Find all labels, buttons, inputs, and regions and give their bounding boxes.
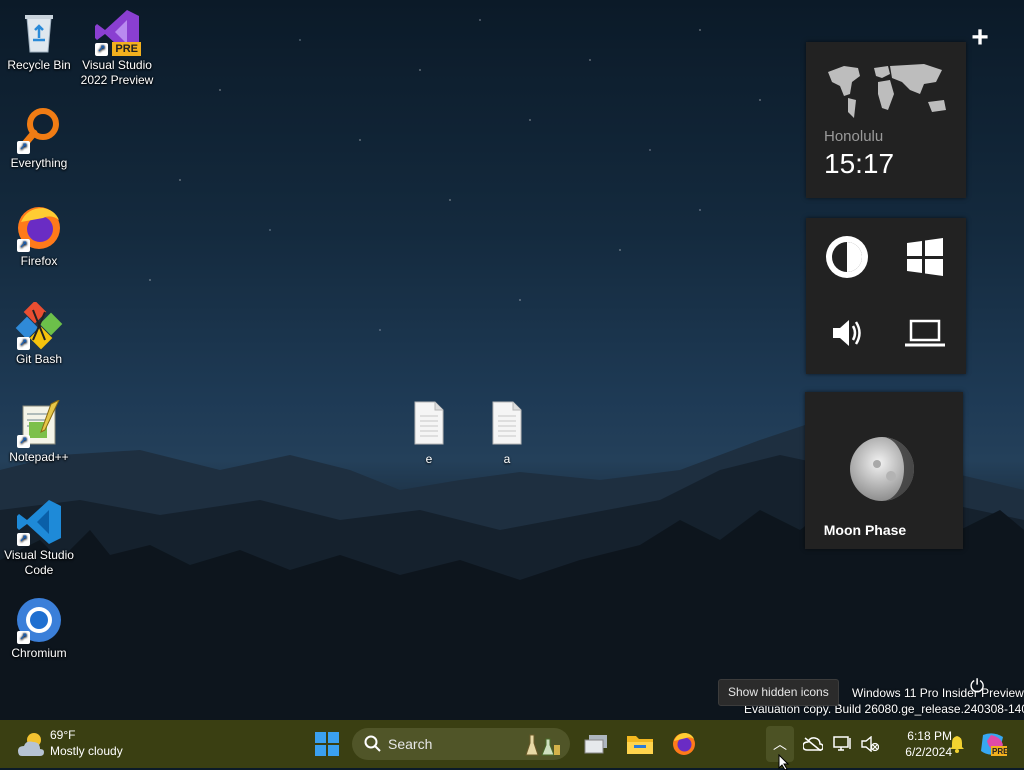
taskbar-time: 6:18 PM xyxy=(907,729,952,743)
desktop-icon-label: Git Bash xyxy=(15,352,63,366)
shortcut-arrow-icon: ↗ xyxy=(17,631,30,644)
volume-muted-icon xyxy=(861,736,879,752)
taskbar-clock[interactable]: 6:18 PM 6/2/2024 xyxy=(886,728,952,760)
copilot-button[interactable]: PRE xyxy=(976,726,1010,762)
chevron-up-icon: ︿ xyxy=(773,736,787,752)
contrast-button[interactable] xyxy=(812,222,882,292)
clock-gadget[interactable]: Honolulu 15:17 xyxy=(806,42,966,198)
moon-phase-gadget[interactable]: Moon Phase xyxy=(805,392,963,549)
watermark-edition: Windows 11 Pro Insider Preview xyxy=(852,686,1024,700)
desktop-icon-visual-studio-preview[interactable]: ↗ PRE Visual Studio 2022 Preview xyxy=(78,8,156,88)
power-icon: ⏻ xyxy=(970,676,985,696)
world-map-icon xyxy=(828,64,946,118)
plus-icon: + xyxy=(971,21,989,54)
quick-actions-gadget xyxy=(806,218,966,374)
show-hidden-icons-tooltip: Show hidden icons xyxy=(718,679,839,706)
shortcut-arrow-icon: ↗ xyxy=(95,43,108,56)
desktop-icon-git-bash[interactable]: ↗ Git Bash xyxy=(0,300,78,367)
volume-icon xyxy=(833,320,861,346)
desktop-icon-notepad-plus-plus[interactable]: ↗ Notepad++ xyxy=(0,398,78,465)
desktop-file-e[interactable]: e xyxy=(404,400,454,466)
desktop-icon-label: Everything xyxy=(10,156,68,170)
notepad-plus-plus-icon: ↗ xyxy=(15,398,63,448)
preview-badge: PRE xyxy=(112,42,141,56)
text-file-icon xyxy=(492,401,522,445)
moon-icon xyxy=(850,437,914,501)
desktop-file-a[interactable]: a xyxy=(482,400,532,466)
copilot-preview-icon: PRE xyxy=(981,733,1007,756)
everything-search-icon: ↗ xyxy=(15,106,63,154)
add-gadget-button[interactable]: + xyxy=(966,21,994,54)
desktop-icon-label: Notepad++ xyxy=(9,450,69,464)
moon-phase-label: Moon Phase xyxy=(823,522,907,538)
network-tray-button[interactable] xyxy=(830,726,856,762)
firefox-icon: ↗ xyxy=(15,204,63,252)
desktop-icon-label: Recycle Bin xyxy=(7,58,71,72)
shortcut-arrow-icon: ↗ xyxy=(17,337,30,350)
weather-condition: Mostly cloudy xyxy=(50,744,123,758)
desktop-icon-label: Visual Studio Code xyxy=(4,548,74,577)
desktop-icon-firefox[interactable]: ↗ Firefox xyxy=(0,204,78,269)
text-file-icon xyxy=(414,401,444,445)
chromium-icon: ↗ xyxy=(15,596,63,644)
network-icon xyxy=(833,736,851,751)
taskbar: 69°F Mostly cloudy Search ︿ 6:18 PM 6/2/… xyxy=(0,720,1024,770)
windows-logo-icon xyxy=(315,732,339,756)
visual-studio-preview-icon: ↗ PRE xyxy=(93,8,141,56)
svg-text:PRE: PRE xyxy=(992,747,1007,756)
desktop-icon-recycle-bin[interactable]: Recycle Bin xyxy=(0,8,78,73)
task-view-icon xyxy=(584,735,607,754)
cloud-offline-icon xyxy=(803,737,823,751)
volume-tray-button[interactable] xyxy=(858,726,882,762)
windows-logo-icon xyxy=(907,238,943,276)
taskbar-search-box[interactable]: Search xyxy=(352,728,570,760)
task-view-button[interactable] xyxy=(578,726,614,762)
laptop-icon xyxy=(905,319,945,347)
git-bash-icon: ↗ xyxy=(15,300,63,350)
shortcut-arrow-icon: ↗ xyxy=(17,435,30,448)
search-icon xyxy=(364,735,381,752)
weather-temperature: 69°F xyxy=(50,728,76,742)
recycle-bin-icon xyxy=(15,8,63,56)
taskbar-date: 6/2/2024 xyxy=(905,745,952,759)
search-placeholder: Search xyxy=(388,736,433,752)
firefox-taskbar-button[interactable] xyxy=(666,726,702,762)
desktop-icon-label: Chromium xyxy=(11,646,67,660)
desktop-icon-label: Firefox xyxy=(20,254,58,268)
contrast-icon xyxy=(826,236,868,278)
partly-cloudy-icon xyxy=(18,733,44,756)
clock-city: Honolulu xyxy=(824,128,884,145)
onedrive-tray-button[interactable] xyxy=(800,726,826,762)
laptop-button[interactable] xyxy=(890,298,960,368)
bell-icon xyxy=(950,736,964,753)
weather-widget[interactable]: 69°F Mostly cloudy xyxy=(16,726,156,762)
clock-time: 15:17 xyxy=(824,148,895,179)
volume-button[interactable] xyxy=(812,298,882,368)
start-button[interactable] xyxy=(309,726,345,762)
desktop-icon-vscode[interactable]: ↗ Visual Studio Code xyxy=(0,498,78,578)
vscode-icon: ↗ xyxy=(15,498,63,546)
firefox-icon xyxy=(673,733,695,755)
file-label: a xyxy=(503,452,511,466)
file-label: e xyxy=(425,452,433,466)
file-explorer-button[interactable] xyxy=(622,726,658,762)
desktop-icon-chromium[interactable]: ↗ Chromium xyxy=(0,596,78,661)
windows-button[interactable] xyxy=(890,222,960,292)
search-highlight-science-icon xyxy=(525,734,560,756)
desktop-icon-everything[interactable]: ↗ Everything xyxy=(0,106,78,171)
shortcut-arrow-icon: ↗ xyxy=(17,239,30,252)
notifications-button[interactable] xyxy=(946,726,968,762)
folder-icon xyxy=(627,736,653,754)
shortcut-arrow-icon: ↗ xyxy=(17,533,30,546)
desktop-icon-label: Visual Studio 2022 Preview xyxy=(80,58,154,87)
shortcut-arrow-icon: ↗ xyxy=(17,141,30,154)
